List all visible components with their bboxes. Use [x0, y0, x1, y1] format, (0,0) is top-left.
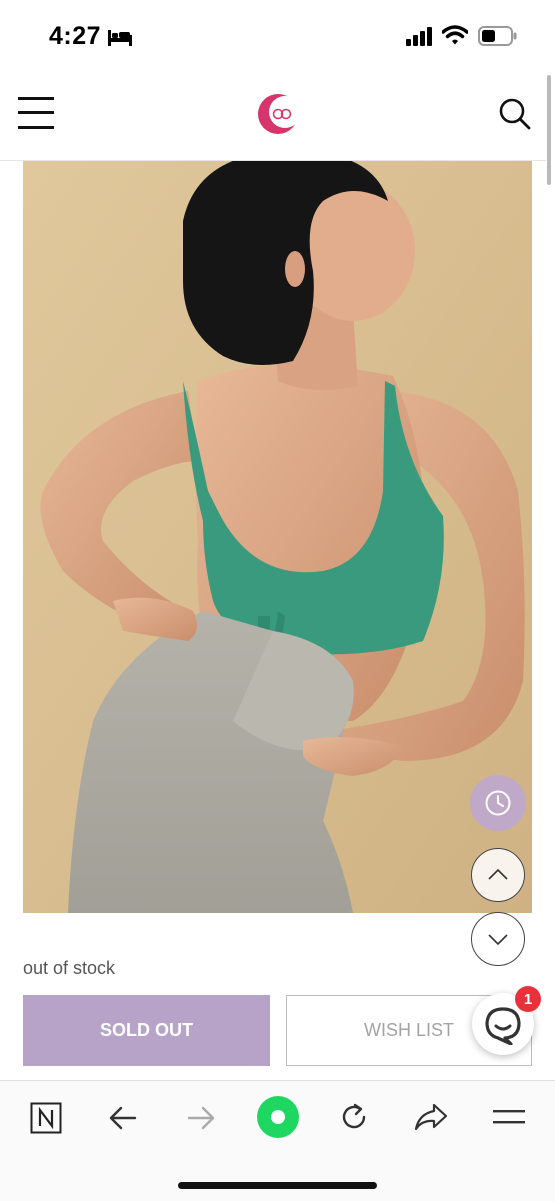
refresh-icon[interactable]	[338, 1101, 370, 1138]
chevron-down-icon	[488, 934, 508, 946]
menu-lines-icon[interactable]	[493, 1108, 525, 1133]
chat-notification-badge: 1	[515, 986, 541, 1012]
status-time: 4:27	[49, 22, 102, 50]
clock-icon	[485, 790, 511, 816]
bed-icon	[108, 28, 132, 51]
brand-logo[interactable]	[256, 92, 301, 141]
stock-status: out of stock	[23, 958, 116, 978]
naver-n-icon[interactable]	[30, 1102, 62, 1139]
status-bar: 4:27	[0, 0, 555, 70]
scroll-to-top-button[interactable]	[471, 848, 525, 902]
product-image	[23, 161, 532, 913]
site-header	[0, 70, 546, 161]
search-icon[interactable]	[499, 98, 531, 135]
chat-icon	[485, 1007, 521, 1045]
chevron-up-icon	[488, 868, 508, 880]
scroll-to-bottom-button[interactable]	[471, 912, 525, 966]
page-scrollbar[interactable]	[547, 75, 551, 185]
recently-viewed-button[interactable]	[470, 775, 526, 831]
share-icon[interactable]	[414, 1102, 448, 1137]
home-indicator[interactable]	[178, 1182, 377, 1189]
cellular-signal-icon	[406, 27, 434, 51]
battery-icon	[478, 26, 518, 51]
menu-icon[interactable]	[18, 97, 54, 134]
forward-arrow-icon[interactable]	[186, 1103, 216, 1138]
wifi-icon	[441, 25, 469, 51]
green-circle-icon[interactable]	[256, 1095, 300, 1144]
sold-out-button[interactable]: SOLD OUT	[23, 995, 270, 1066]
back-arrow-icon[interactable]	[108, 1103, 138, 1138]
